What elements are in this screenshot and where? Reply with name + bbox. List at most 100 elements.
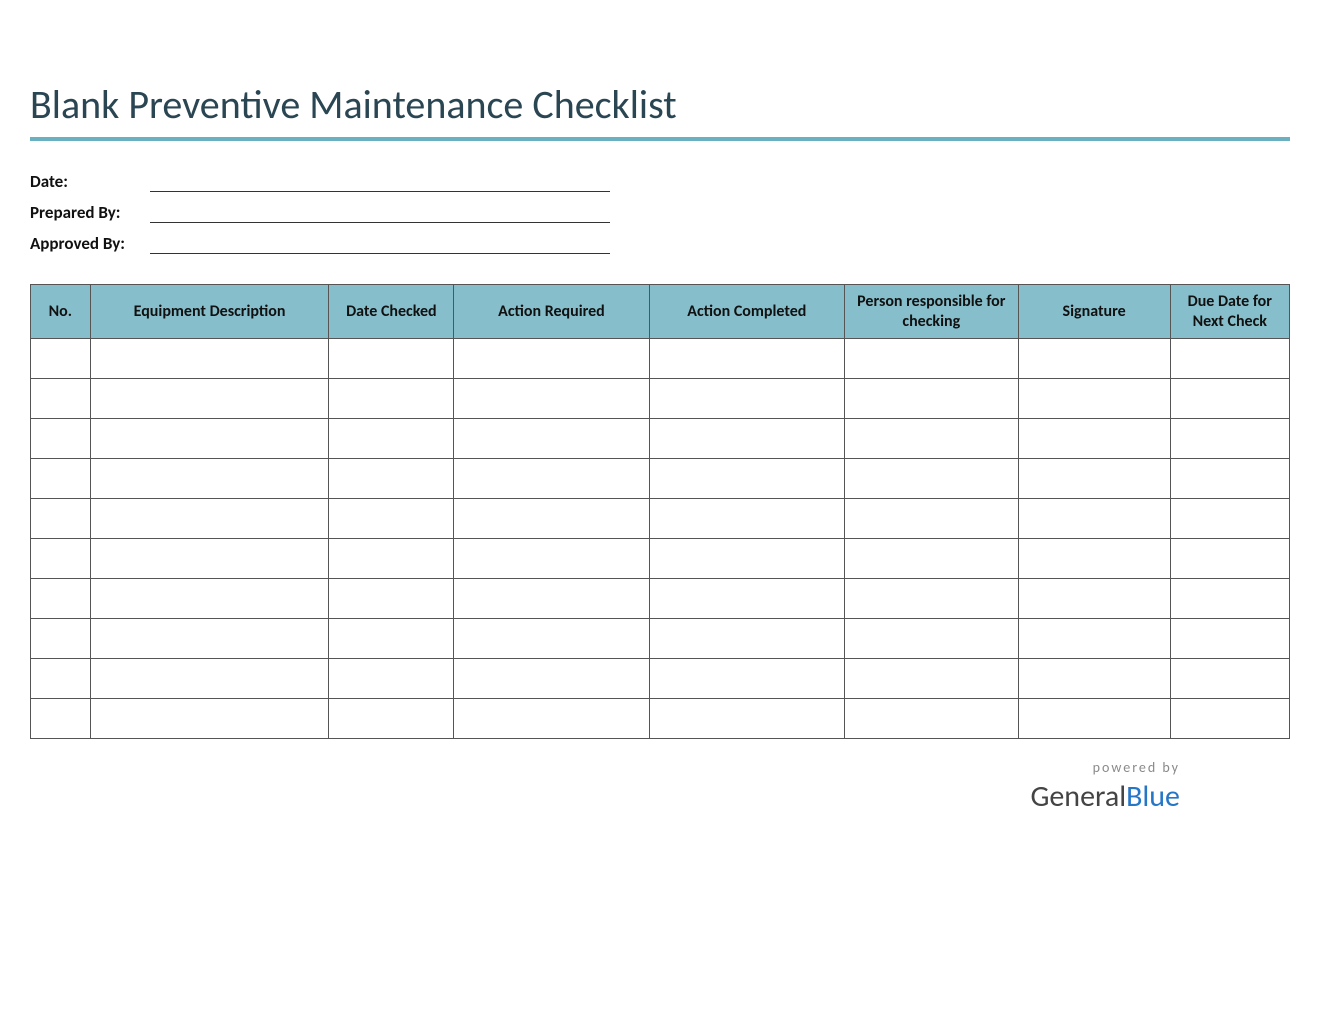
table-cell[interactable] — [90, 499, 329, 539]
page-title: Blank Preventive Maintenance Checklist — [30, 80, 1290, 141]
table-cell[interactable] — [844, 499, 1018, 539]
table-cell[interactable] — [649, 499, 844, 539]
table-cell[interactable] — [329, 379, 454, 419]
table-cell[interactable] — [1018, 579, 1170, 619]
table-cell[interactable] — [90, 419, 329, 459]
table-cell[interactable] — [329, 699, 454, 739]
table-row — [31, 579, 1290, 619]
table-cell[interactable] — [844, 419, 1018, 459]
meta-row-prepared-by: Prepared By: — [30, 202, 1290, 223]
table-cell[interactable] — [31, 379, 91, 419]
table-cell[interactable] — [649, 379, 844, 419]
table-cell[interactable] — [454, 619, 649, 659]
table-cell[interactable] — [90, 579, 329, 619]
table-cell[interactable] — [90, 699, 329, 739]
date-input-line[interactable] — [150, 172, 610, 192]
brand-part-general: General — [1030, 778, 1126, 815]
table-cell[interactable] — [454, 539, 649, 579]
table-cell[interactable] — [649, 579, 844, 619]
table-cell[interactable] — [329, 499, 454, 539]
table-cell[interactable] — [454, 699, 649, 739]
table-cell[interactable] — [1018, 619, 1170, 659]
header-row: No. Equipment Description Date Checked A… — [31, 285, 1290, 339]
table-cell[interactable] — [1018, 499, 1170, 539]
table-cell[interactable] — [329, 619, 454, 659]
table-cell[interactable] — [1170, 499, 1289, 539]
table-cell[interactable] — [454, 379, 649, 419]
table-cell[interactable] — [844, 619, 1018, 659]
table-row — [31, 619, 1290, 659]
table-cell[interactable] — [90, 659, 329, 699]
table-cell[interactable] — [329, 339, 454, 379]
table-cell[interactable] — [90, 379, 329, 419]
table-row — [31, 539, 1290, 579]
table-cell[interactable] — [1170, 419, 1289, 459]
table-cell[interactable] — [454, 659, 649, 699]
table-cell[interactable] — [649, 659, 844, 699]
table-cell[interactable] — [1018, 699, 1170, 739]
table-cell[interactable] — [454, 579, 649, 619]
table-cell[interactable] — [1170, 539, 1289, 579]
table-row — [31, 659, 1290, 699]
table-cell[interactable] — [90, 339, 329, 379]
table-cell[interactable] — [1018, 339, 1170, 379]
col-header-date-checked: Date Checked — [329, 285, 454, 339]
table-cell[interactable] — [31, 659, 91, 699]
table-cell[interactable] — [1018, 539, 1170, 579]
table-cell[interactable] — [454, 459, 649, 499]
prepared-by-label: Prepared By: — [30, 202, 130, 223]
table-cell[interactable] — [454, 419, 649, 459]
table-cell[interactable] — [649, 619, 844, 659]
table-cell[interactable] — [1170, 379, 1289, 419]
table-cell[interactable] — [90, 619, 329, 659]
table-cell[interactable] — [31, 339, 91, 379]
table-cell[interactable] — [649, 539, 844, 579]
table-cell[interactable] — [844, 699, 1018, 739]
table-cell[interactable] — [1170, 699, 1289, 739]
table-cell[interactable] — [649, 419, 844, 459]
table-cell[interactable] — [1170, 339, 1289, 379]
table-row — [31, 339, 1290, 379]
table-cell[interactable] — [844, 539, 1018, 579]
table-cell[interactable] — [31, 499, 91, 539]
table-cell[interactable] — [1018, 459, 1170, 499]
table-cell[interactable] — [31, 459, 91, 499]
checklist-table: No. Equipment Description Date Checked A… — [30, 284, 1290, 739]
table-cell[interactable] — [454, 499, 649, 539]
table-cell[interactable] — [329, 659, 454, 699]
table-cell[interactable] — [649, 459, 844, 499]
table-cell[interactable] — [1170, 579, 1289, 619]
table-cell[interactable] — [329, 579, 454, 619]
table-cell[interactable] — [649, 339, 844, 379]
table-cell[interactable] — [844, 379, 1018, 419]
col-header-signature: Signature — [1018, 285, 1170, 339]
table-cell[interactable] — [31, 539, 91, 579]
table-cell[interactable] — [844, 459, 1018, 499]
footer: powered by GeneralBlue — [30, 759, 1290, 815]
table-cell[interactable] — [31, 579, 91, 619]
table-cell[interactable] — [1170, 459, 1289, 499]
table-cell[interactable] — [454, 339, 649, 379]
table-cell[interactable] — [1018, 419, 1170, 459]
approved-by-input-line[interactable] — [150, 234, 610, 254]
table-cell[interactable] — [31, 619, 91, 659]
table-row — [31, 499, 1290, 539]
table-cell[interactable] — [90, 539, 329, 579]
table-cell[interactable] — [844, 659, 1018, 699]
table-cell[interactable] — [1170, 659, 1289, 699]
table-cell[interactable] — [31, 419, 91, 459]
table-cell[interactable] — [649, 699, 844, 739]
table-cell[interactable] — [329, 459, 454, 499]
table-cell[interactable] — [329, 419, 454, 459]
table-cell[interactable] — [90, 459, 329, 499]
table-cell[interactable] — [844, 579, 1018, 619]
table-body — [31, 339, 1290, 739]
powered-by-text: powered by — [30, 759, 1180, 776]
table-cell[interactable] — [329, 539, 454, 579]
prepared-by-input-line[interactable] — [150, 203, 610, 223]
table-cell[interactable] — [1018, 659, 1170, 699]
table-cell[interactable] — [1018, 379, 1170, 419]
table-cell[interactable] — [31, 699, 91, 739]
table-cell[interactable] — [1170, 619, 1289, 659]
table-cell[interactable] — [844, 339, 1018, 379]
